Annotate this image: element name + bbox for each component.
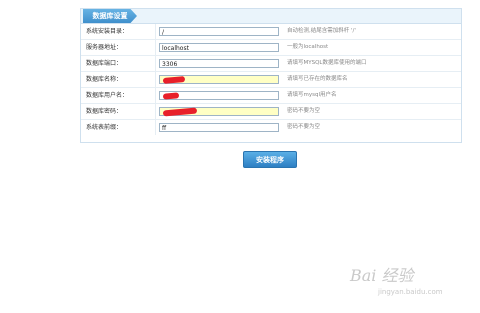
db-port-hint: 请填写MYSQL数据库使用的端口: [287, 60, 367, 66]
row-db-name: 数据库名称： 请填写已存在的数据库名: [81, 72, 461, 88]
divider: [155, 24, 156, 39]
row-install-dir: 系统安装目录： / 自动检测,结尾含需加斜杆 '/': [81, 24, 461, 40]
divider: [155, 72, 156, 87]
database-settings-panel: 数据库设置 系统安装目录： / 自动检测,结尾含需加斜杆 '/' 服务器地址： …: [80, 8, 462, 143]
install-dir-label: 系统安装目录：: [86, 28, 129, 35]
db-port-input[interactable]: 3306: [159, 59, 279, 68]
db-user-label: 数据库用户名：: [86, 92, 129, 99]
row-server-address: 服务器地址： localhost 一般为localhost: [81, 40, 461, 56]
db-password-hint: 密码不要为空: [287, 108, 321, 114]
table-prefix-input[interactable]: ff_: [159, 123, 279, 132]
row-db-user: 数据库用户名： 请填写mysql用户名: [81, 88, 461, 104]
watermark-url: jingyan.baidu.com: [378, 288, 443, 296]
server-address-input[interactable]: localhost: [159, 43, 279, 52]
divider: [155, 104, 156, 119]
watermark: Bai 经验 jingyan.baidu.com: [350, 262, 470, 302]
watermark-logo: Bai 经验: [350, 266, 414, 285]
server-address-hint: 一般为localhost: [287, 44, 329, 50]
row-db-password: 数据库密码： 密码不要为空: [81, 104, 461, 120]
divider: [155, 120, 156, 135]
db-name-label: 数据库名称：: [86, 76, 123, 83]
table-prefix-hint: 密码不要为空: [287, 124, 321, 130]
server-address-label: 服务器地址：: [86, 44, 123, 51]
panel-title: 数据库设置: [83, 9, 137, 23]
divider: [155, 56, 156, 71]
table-prefix-label: 系统表前缀：: [86, 124, 123, 131]
divider: [155, 88, 156, 103]
install-dir-hint: 自动检测,结尾含需加斜杆 '/': [287, 28, 356, 34]
install-dir-input[interactable]: /: [159, 27, 279, 36]
row-db-port: 数据库端口： 3306 请填写MYSQL数据库使用的端口: [81, 56, 461, 72]
divider: [155, 40, 156, 55]
db-name-hint: 请填写已存在的数据库名: [287, 76, 348, 82]
row-table-prefix: 系统表前缀： ff_ 密码不要为空: [81, 120, 461, 135]
install-button[interactable]: 安装程序: [243, 151, 297, 168]
db-port-label: 数据库端口：: [86, 60, 123, 67]
panel-header: 数据库设置: [81, 9, 461, 24]
db-user-hint: 请填写mysql用户名: [287, 92, 337, 98]
db-password-label: 数据库密码：: [86, 108, 123, 115]
